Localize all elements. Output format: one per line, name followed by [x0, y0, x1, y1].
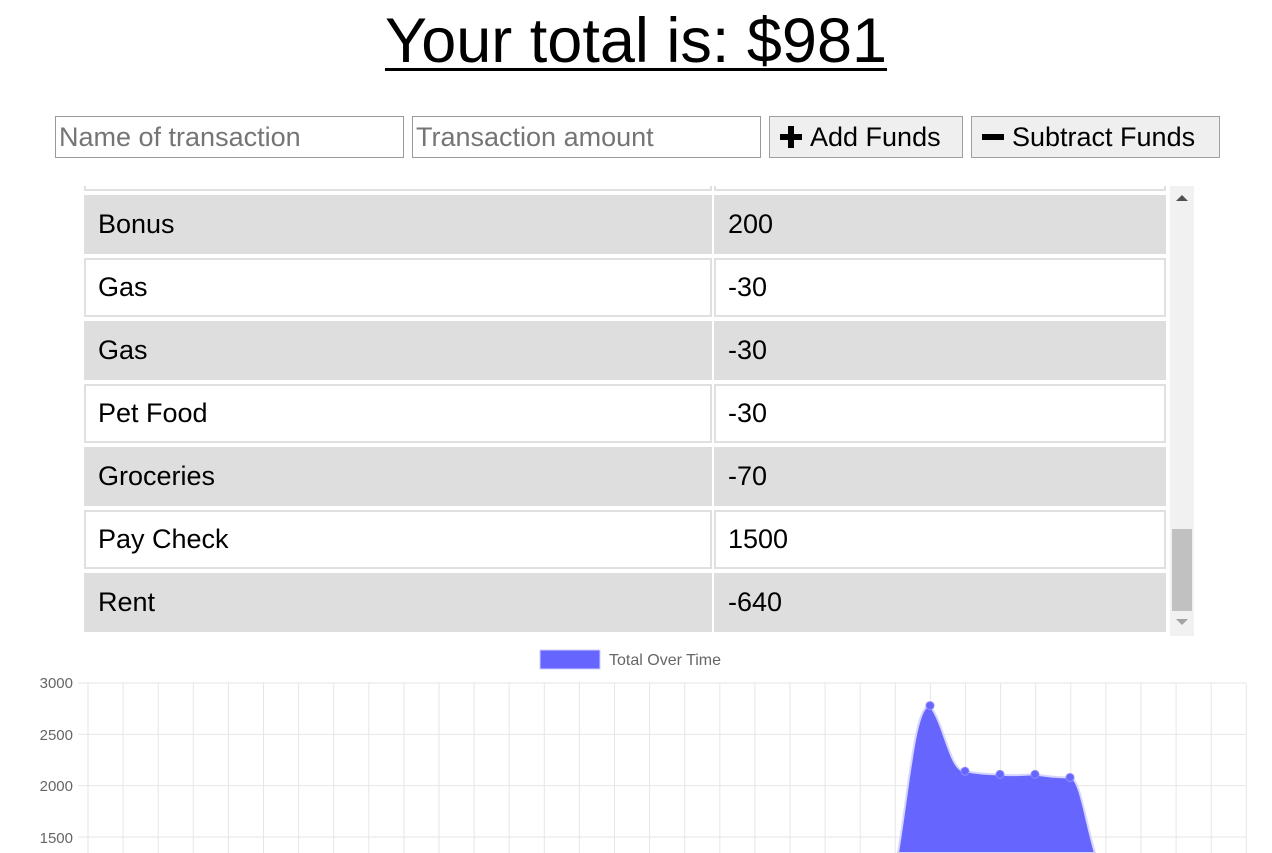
- table-row: Pay Check 1500: [84, 508, 1168, 571]
- subtract-funds-label: Subtract Funds: [1012, 121, 1196, 152]
- y-tick-label: 2000: [40, 778, 73, 795]
- minus-icon: [982, 126, 1004, 148]
- data-point[interactable]: [1065, 772, 1075, 782]
- total-over-time-chart: 3000 2500 2000 1500 Total Over Time: [40, 649, 1247, 853]
- transaction-name-cell: Pet Food: [84, 384, 712, 443]
- table-row: Gas -30: [84, 256, 1168, 319]
- y-axis: 3000 2500 2000 1500: [40, 675, 73, 847]
- transaction-name-cell: Bonus: [84, 195, 712, 254]
- table-row: Pet Food -30: [84, 382, 1168, 445]
- scroll-up-arrow-icon[interactable]: [1176, 195, 1188, 201]
- chart-legend[interactable]: Total Over Time: [539, 649, 721, 670]
- transaction-name-cell: Rent: [84, 573, 712, 632]
- scroll-thumb[interactable]: [1172, 529, 1192, 611]
- y-tick-label: 2500: [40, 727, 73, 744]
- data-point[interactable]: [960, 766, 970, 776]
- add-funds-button[interactable]: Add Funds: [769, 116, 963, 158]
- legend-label[interactable]: Total Over Time: [609, 652, 721, 669]
- plus-icon: [780, 126, 802, 148]
- transaction-name-input[interactable]: [55, 116, 404, 158]
- page-title: Your total is: $981: [384, 6, 888, 76]
- data-point[interactable]: [925, 701, 935, 711]
- legend-swatch[interactable]: [539, 649, 601, 670]
- transaction-table[interactable]: Bonus 200 Gas -30 Gas -30 Pet Food -30 G…: [84, 186, 1194, 636]
- transaction-amount-input[interactable]: [412, 116, 761, 158]
- transaction-name-cell: Pay Check: [84, 510, 712, 569]
- table-row: Gas -30: [84, 319, 1168, 382]
- transaction-value-cell: [714, 186, 1166, 191]
- transaction-value-cell: 200: [714, 195, 1166, 254]
- transaction-value-cell: -30: [714, 321, 1166, 380]
- series-area: [896, 704, 1097, 853]
- y-tick-label: 1500: [40, 830, 73, 847]
- table-row: [84, 186, 1168, 193]
- transaction-value-cell: -640: [714, 573, 1166, 632]
- transaction-name-cell: [84, 186, 712, 191]
- data-point[interactable]: [995, 769, 1005, 779]
- subtract-funds-button[interactable]: Subtract Funds: [971, 116, 1220, 158]
- add-funds-label: Add Funds: [810, 121, 941, 152]
- table-row: Groceries -70: [84, 445, 1168, 508]
- transaction-value-cell: -30: [714, 384, 1166, 443]
- transaction-name-cell: Gas: [84, 321, 712, 380]
- table-row: Rent -640: [84, 571, 1168, 634]
- y-tick-label: 3000: [40, 675, 73, 692]
- scroll-down-arrow-icon[interactable]: [1176, 619, 1188, 625]
- transaction-value-cell: -30: [714, 258, 1166, 317]
- data-point[interactable]: [1030, 769, 1040, 779]
- table-scrollbar[interactable]: [1170, 186, 1194, 636]
- transaction-value-cell: -70: [714, 447, 1166, 506]
- transaction-name-cell: Gas: [84, 258, 712, 317]
- transaction-name-cell: Groceries: [84, 447, 712, 506]
- table-row: Bonus 200: [84, 193, 1168, 256]
- transaction-value-cell: 1500: [714, 510, 1166, 569]
